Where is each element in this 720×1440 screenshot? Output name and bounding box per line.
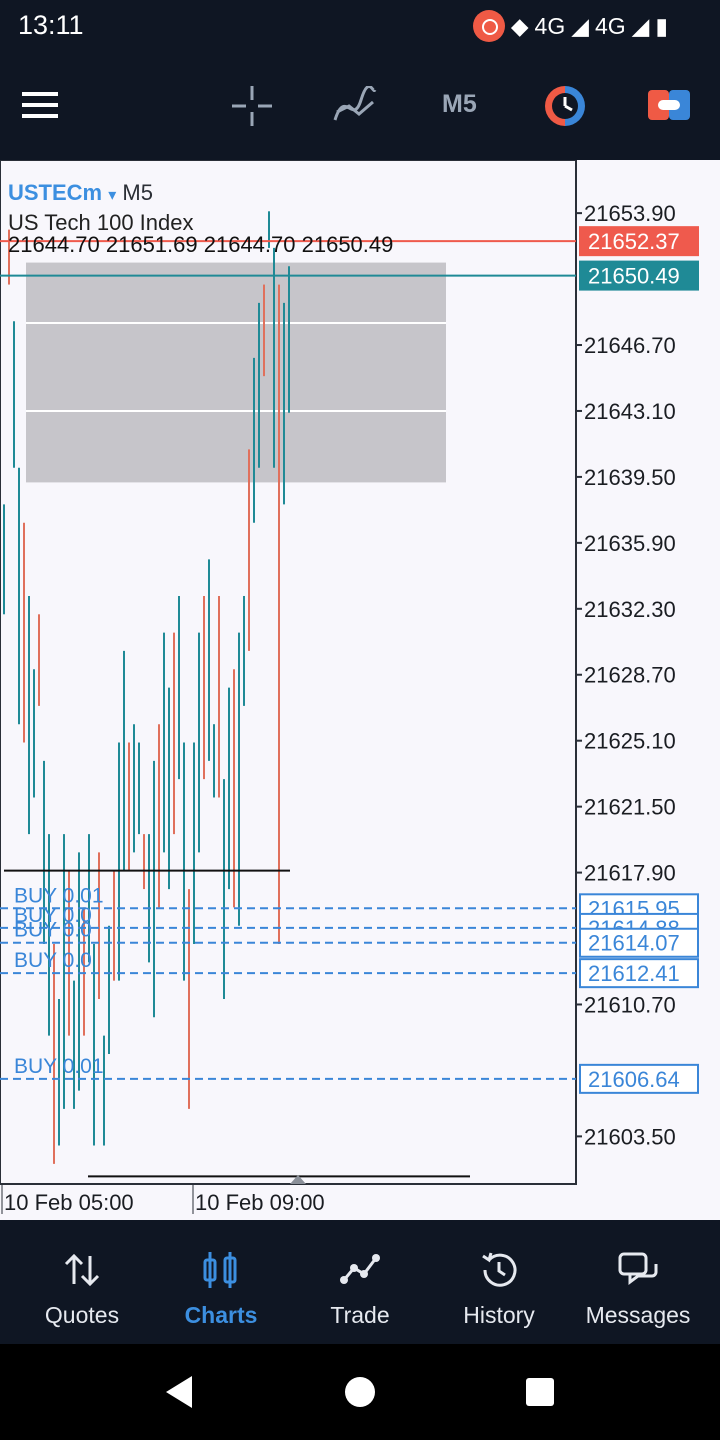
bid-price-text: 21650.49 (588, 264, 680, 289)
nav-charts[interactable]: Charts (149, 1220, 293, 1344)
nav-history[interactable]: History (427, 1220, 571, 1344)
buy-order-price-text: 21614.07 (588, 931, 680, 956)
price-axis-label: 21628.70 (584, 663, 676, 688)
nav-history-label: History (463, 1302, 535, 1328)
nav-messages[interactable]: Messages (566, 1220, 710, 1344)
time-axis-label: 10 Feb 09:00 (195, 1190, 325, 1215)
bottom-navigation: Quotes Charts Trade History Messages (0, 1220, 720, 1344)
nav-quotes-label: Quotes (44, 1302, 120, 1328)
price-axis-label: 21625.10 (584, 729, 676, 754)
history-icon (482, 1252, 517, 1287)
price-axis-label: 21610.70 (584, 992, 676, 1017)
chart-canvas[interactable]: BUY 0.01BUY 0.0BUY 0.0BUY 0.0BUY 0.01216… (0, 160, 720, 1220)
signal-icon-2: ◢ (631, 12, 650, 39)
menu-icon[interactable] (22, 90, 60, 120)
system-navigation (0, 1344, 720, 1440)
indicators-icon[interactable] (333, 86, 377, 126)
network-label-2: 4G (594, 12, 626, 39)
buy-order-label: BUY 0.0 (14, 919, 92, 942)
buy-order-price-text: 21606.64 (588, 1067, 680, 1092)
quotes-icon (64, 1253, 100, 1287)
time-axis-label: 10 Feb 05:00 (4, 1190, 134, 1215)
price-axis-label: 21639.50 (584, 465, 676, 490)
nav-trade-label: Trade (330, 1302, 390, 1328)
timeframe-button[interactable]: M5 (442, 90, 477, 119)
symbol-name[interactable]: USTECm (8, 180, 102, 205)
buy-order-price-text: 21612.41 (588, 961, 680, 986)
recents-icon[interactable] (520, 1372, 560, 1412)
status-bar: 13:11 ◆ 4G ◢ 4G ◢ ▮ (0, 0, 720, 52)
back-icon[interactable] (160, 1372, 200, 1412)
battery-icon: ▮ (655, 12, 668, 39)
screen-record-icon (472, 10, 505, 42)
price-axis-label: 21621.50 (584, 795, 676, 820)
clock-icon[interactable] (543, 84, 587, 128)
network-label-1: 4G (534, 12, 566, 39)
home-icon[interactable] (340, 1372, 380, 1412)
price-axis-label: 21603.50 (584, 1124, 676, 1149)
chart-timeframe: M5 (122, 180, 153, 205)
trade-icon (340, 1254, 380, 1284)
price-axis-label: 21646.70 (584, 333, 676, 358)
status-icons: ◆ 4G ◢ 4G ◢ ▮ (472, 10, 668, 42)
price-chart[interactable]: BUY 0.01 BUY 0.0 BUY 0.0 BUY 0.0 BUY 0.01 216… (0, 160, 720, 1220)
chevron-down-icon[interactable]: ▾ (108, 187, 116, 204)
nav-messages-label: Messages (585, 1302, 691, 1328)
price-axis-label: 21643.10 (584, 399, 676, 424)
charts-icon (203, 1252, 237, 1288)
clock: 13:11 (18, 10, 84, 40)
wifi-icon: ◆ (510, 12, 529, 39)
price-axis-label: 21635.90 (584, 531, 676, 556)
ask-price-text: 21652.37 (588, 229, 680, 254)
ohlc-values: 21644.70 21651.69 21644.70 21650.49 (8, 232, 394, 257)
price-axis-label: 21653.90 (584, 201, 676, 226)
chart-toolbar: M5 (0, 52, 720, 160)
price-axis-label: 21617.90 (584, 861, 676, 886)
nav-quotes[interactable]: Quotes (10, 1220, 154, 1344)
account-toggle-icon[interactable] (648, 90, 690, 120)
nav-charts-label: Charts (184, 1302, 258, 1328)
buy-order-label: BUY 0.01 (14, 1055, 104, 1078)
buy-order-label: BUY 0.0 (14, 949, 92, 972)
nav-trade[interactable]: Trade (288, 1220, 432, 1344)
price-axis-label: 21632.30 (584, 597, 676, 622)
messages-icon (618, 1252, 658, 1285)
crosshair-icon[interactable] (230, 84, 274, 128)
price-zone (26, 262, 446, 483)
symbol-selector[interactable]: USTECm ▾ M5 (8, 180, 153, 206)
signal-icon: ◢ (571, 12, 589, 39)
